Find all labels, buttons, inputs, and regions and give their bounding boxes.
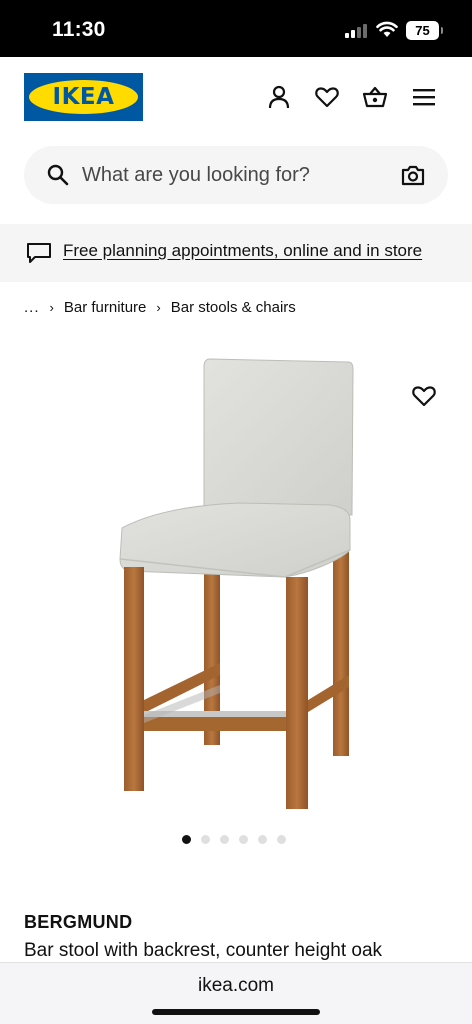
carousel-dot[interactable] bbox=[220, 835, 229, 844]
search-input[interactable] bbox=[82, 146, 382, 204]
carousel-dot[interactable] bbox=[239, 835, 248, 844]
logo-text: IKEA bbox=[52, 84, 115, 110]
wifi-icon bbox=[376, 21, 398, 37]
browser-address-bar[interactable]: ikea.com bbox=[0, 962, 472, 1024]
url-text[interactable]: ikea.com bbox=[0, 975, 472, 997]
battery-indicator: 75 bbox=[406, 21, 443, 40]
favourite-heart-icon[interactable] bbox=[411, 383, 437, 409]
profile-icon[interactable] bbox=[266, 84, 292, 110]
chat-bubble-icon bbox=[27, 243, 51, 263]
heart-icon[interactable] bbox=[314, 84, 340, 110]
menu-icon[interactable] bbox=[411, 84, 437, 110]
product-image[interactable] bbox=[100, 345, 440, 825]
search-bar[interactable] bbox=[24, 146, 448, 204]
breadcrumb-bar-stools-chairs[interactable]: Bar stools & chairs bbox=[171, 299, 296, 316]
signal-icon bbox=[345, 24, 369, 38]
image-carousel-dots bbox=[182, 835, 286, 844]
basket-icon[interactable] bbox=[362, 84, 388, 110]
planning-appointments-link[interactable]: Free planning appointments, online and i… bbox=[63, 241, 422, 261]
product-description: Bar stool with backrest, counter height … bbox=[24, 940, 383, 961]
site-header: IKEA bbox=[0, 57, 472, 137]
chevron-right-icon: › bbox=[49, 299, 54, 315]
carousel-dot[interactable] bbox=[258, 835, 267, 844]
breadcrumb-ellipsis[interactable]: ... bbox=[24, 299, 40, 316]
chevron-right-icon: › bbox=[156, 299, 161, 315]
search-icon bbox=[47, 164, 69, 186]
breadcrumb-bar-furniture[interactable]: Bar furniture bbox=[64, 299, 147, 316]
product-name: BERGMUND bbox=[24, 912, 133, 932]
planning-banner[interactable]: Free planning appointments, online and i… bbox=[0, 224, 472, 282]
status-time: 11:30 bbox=[52, 18, 106, 41]
carousel-dot[interactable] bbox=[182, 835, 191, 844]
home-indicator[interactable] bbox=[152, 1009, 320, 1015]
ikea-logo[interactable]: IKEA bbox=[24, 73, 143, 121]
carousel-dot[interactable] bbox=[277, 835, 286, 844]
carousel-dot[interactable] bbox=[201, 835, 210, 844]
breadcrumb: ... › Bar furniture › Bar stools & chair… bbox=[24, 297, 296, 317]
camera-icon[interactable] bbox=[400, 163, 426, 187]
status-bar: 11:30 75 bbox=[0, 0, 472, 57]
